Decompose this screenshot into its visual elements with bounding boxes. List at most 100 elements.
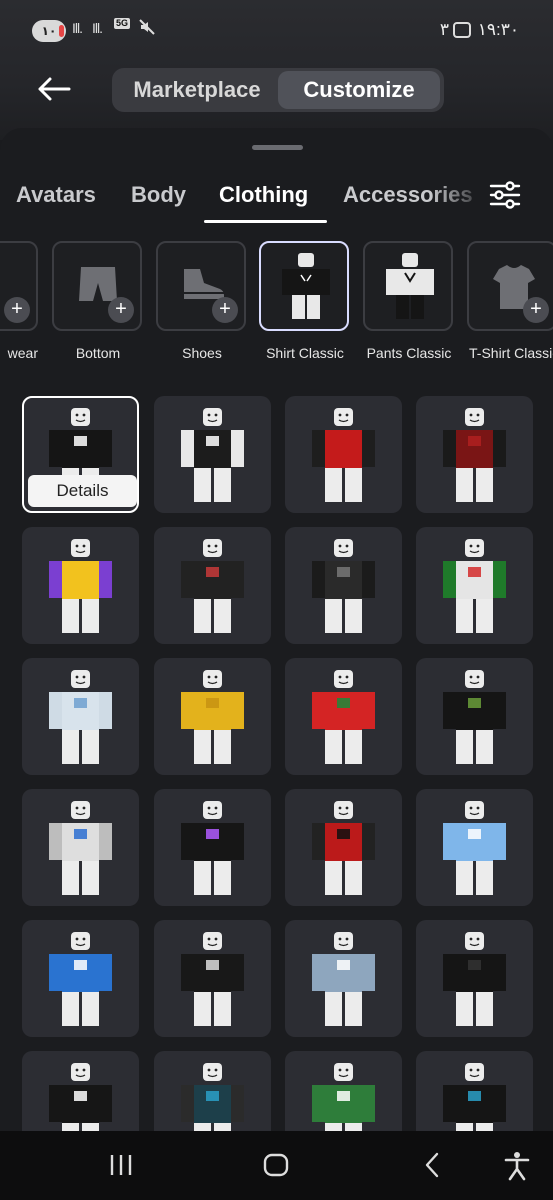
- avatar-shirt-preview: [312, 408, 375, 502]
- pants-avatar-thumb: [386, 253, 434, 319]
- subcategory-thumb: +: [156, 241, 246, 331]
- back-nav-icon[interactable]: [420, 1151, 444, 1179]
- clothing-grid: Details: [22, 396, 534, 1131]
- tab-customize[interactable]: Customize: [278, 71, 440, 109]
- signal-icon: Ill.: [72, 20, 83, 36]
- avatar-shirt-preview: [181, 539, 244, 633]
- subcategory-thumb: [259, 241, 349, 331]
- subcategory-label: Pants Classic: [366, 345, 452, 361]
- avatar-shirt-preview: [443, 670, 506, 764]
- add-icon: +: [212, 297, 238, 323]
- shirt-item[interactable]: [154, 396, 271, 513]
- shirt-item[interactable]: [22, 658, 139, 775]
- subcategory-tshirt-classic[interactable]: + T-Shirt Classic: [467, 241, 553, 361]
- subcategory-wear[interactable]: + wear: [0, 241, 40, 361]
- shirt-item[interactable]: [154, 527, 271, 644]
- mute-icon: [139, 19, 155, 35]
- shirt-item[interactable]: [416, 789, 533, 906]
- shirt-item[interactable]: [416, 920, 533, 1037]
- shirt-item[interactable]: [285, 1051, 402, 1131]
- shirt-item[interactable]: [416, 1051, 533, 1131]
- tab-clothing[interactable]: Clothing: [219, 182, 308, 208]
- avatar-shirt-preview: [49, 539, 112, 633]
- avatar-shirt-preview: [312, 932, 375, 1026]
- shirt-item[interactable]: [22, 789, 139, 906]
- shirt-item[interactable]: Details: [22, 396, 139, 513]
- customize-sheet: Avatars Body Clothing Accessories + wear: [0, 128, 553, 1131]
- shirt-avatar-thumb: [282, 253, 330, 319]
- filter-sliders-icon[interactable]: [488, 178, 522, 212]
- clock: ۱۹:۳۰: [477, 20, 519, 39]
- shirt-item[interactable]: [416, 527, 533, 644]
- subcategory-bottom[interactable]: + Bottom: [52, 241, 144, 361]
- avatar-shirt-preview: [312, 539, 375, 633]
- shirt-item[interactable]: [154, 920, 271, 1037]
- shirt-item[interactable]: [285, 920, 402, 1037]
- avatar-shirt-preview: [312, 670, 375, 764]
- active-tab-indicator: [204, 220, 327, 223]
- subcategory-pants-classic[interactable]: Pants Classic: [363, 241, 455, 361]
- add-icon: +: [523, 297, 549, 323]
- battery-indicator: ۱۰: [32, 20, 66, 42]
- home-icon[interactable]: [262, 1151, 290, 1179]
- status-bar: ۱۰ Ill. Ill. 5G ۳ ۱۹:۳۰: [0, 14, 553, 48]
- avatar-shirt-preview: [443, 408, 506, 502]
- avatar-shirt-preview: [181, 408, 244, 502]
- subcategory-shirt-classic[interactable]: Shirt Classic: [259, 241, 351, 361]
- shirt-item[interactable]: [285, 527, 402, 644]
- subcategory-shoes[interactable]: + Shoes: [156, 241, 248, 361]
- shirt-item[interactable]: [285, 658, 402, 775]
- subcategory-thumb: [363, 241, 453, 331]
- avatar-shirt-preview: [181, 932, 244, 1026]
- add-icon: +: [4, 297, 30, 323]
- details-button[interactable]: Details: [28, 475, 137, 507]
- avatar-shirt-preview: [49, 670, 112, 764]
- shirt-item[interactable]: [22, 1051, 139, 1131]
- subcategory-thumb: +: [467, 241, 553, 331]
- tab-marketplace[interactable]: Marketplace: [116, 71, 278, 109]
- shirt-item[interactable]: [416, 658, 533, 775]
- subcategory-label: wear: [7, 345, 38, 361]
- avatar-shirt-preview: [49, 1063, 112, 1131]
- subcategory-thumb: +: [0, 241, 38, 331]
- network-type: 5G: [114, 18, 131, 29]
- accessibility-icon[interactable]: [503, 1151, 531, 1181]
- subcategory-thumb: +: [52, 241, 142, 331]
- avatar-shirt-preview: [49, 801, 112, 895]
- avatar-shirt-preview: [49, 932, 112, 1026]
- screenshot-icon: [453, 22, 471, 38]
- avatar-shirt-preview: [443, 932, 506, 1026]
- subcategory-label: T-Shirt Classic: [469, 345, 553, 361]
- avatar-shirt-preview: [443, 1063, 506, 1131]
- tab-avatars[interactable]: Avatars: [16, 182, 96, 208]
- shirt-item[interactable]: [154, 789, 271, 906]
- avatar-shirt-preview: [181, 670, 244, 764]
- avatar-shirt-preview: [312, 801, 375, 895]
- add-icon: +: [108, 297, 134, 323]
- back-arrow-icon[interactable]: [36, 74, 72, 104]
- tab-body[interactable]: Body: [131, 182, 186, 208]
- top-tab-switch: Marketplace Customize: [112, 68, 444, 112]
- avatar-shirt-preview: [443, 539, 506, 633]
- signal-icon-2: Ill.: [92, 20, 103, 36]
- avatar-shirt-preview: [312, 1063, 375, 1131]
- subcategory-label: Shoes: [182, 345, 222, 361]
- subcategory-row: + wear + Bottom + Shoes Shirt Classic Pa…: [0, 241, 553, 371]
- shirt-item[interactable]: [22, 527, 139, 644]
- recent-apps-icon[interactable]: [108, 1151, 134, 1179]
- shirt-item[interactable]: [285, 396, 402, 513]
- shirt-item[interactable]: [416, 396, 533, 513]
- avatar-shirt-preview: [443, 801, 506, 895]
- subcategory-label: Shirt Classic: [266, 345, 344, 361]
- tabs-fade: [430, 176, 488, 220]
- subcategory-label: Bottom: [75, 345, 121, 361]
- avatar-shirt-preview: [181, 801, 244, 895]
- sheet-drag-handle[interactable]: [252, 145, 303, 150]
- system-navigation-bar: [0, 1131, 553, 1200]
- shirt-item[interactable]: [22, 920, 139, 1037]
- shirt-item[interactable]: [154, 658, 271, 775]
- avatar-shirt-preview: [181, 1063, 244, 1131]
- shirt-item[interactable]: [154, 1051, 271, 1131]
- notification-count: ۳: [439, 20, 449, 39]
- shirt-item[interactable]: [285, 789, 402, 906]
